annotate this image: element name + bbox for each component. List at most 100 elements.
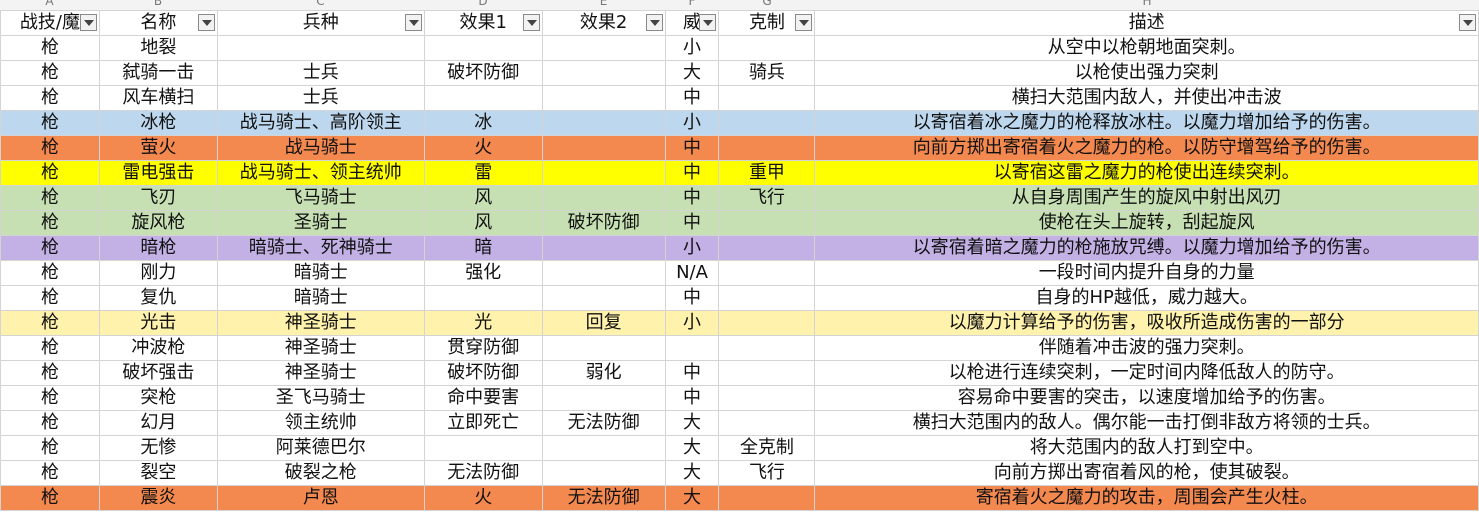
cell-counter[interactable] — [718, 385, 816, 411]
cell-effect1[interactable]: 冰 — [423, 110, 543, 136]
cell-effect1[interactable]: 贯穿防御 — [423, 335, 543, 361]
cell-power[interactable]: 大 — [664, 60, 720, 86]
cell-type[interactable]: 枪 — [0, 210, 100, 236]
cell-unit[interactable]: 暗骑士 — [216, 260, 425, 286]
header-power[interactable]: 威 — [664, 10, 720, 36]
cell-counter[interactable] — [718, 360, 816, 386]
cell-unit[interactable]: 圣飞马骑士 — [216, 385, 425, 411]
cell-type[interactable]: 枪 — [0, 110, 100, 136]
cell-power[interactable]: 小 — [664, 235, 720, 261]
cell-name[interactable]: 雷电强击 — [98, 160, 218, 186]
header-type[interactable]: 战技/魔 — [0, 10, 100, 36]
cell-type[interactable]: 枪 — [0, 85, 100, 111]
cell-effect1[interactable]: 风 — [423, 185, 543, 211]
cell-effect2[interactable] — [541, 160, 666, 186]
column-letter-h[interactable]: H — [815, 0, 1479, 7]
cell-description[interactable]: 使枪在头上旋转，刮起旋风 — [814, 210, 1479, 236]
cell-type[interactable]: 枪 — [0, 60, 100, 86]
cell-effect2[interactable] — [541, 260, 666, 286]
cell-type[interactable]: 枪 — [0, 435, 100, 461]
cell-name[interactable]: 地裂 — [98, 35, 218, 61]
filter-dropdown-icon[interactable] — [404, 14, 422, 31]
cell-effect2[interactable] — [541, 435, 666, 461]
cell-counter[interactable] — [718, 285, 816, 311]
cell-name[interactable]: 幻月 — [98, 410, 218, 436]
cell-description[interactable]: 向前方掷出寄宿着火之魔力的枪。以防守增驾给予的伤害。 — [814, 135, 1479, 161]
cell-unit[interactable]: 破裂之枪 — [216, 460, 425, 486]
cell-counter[interactable] — [718, 335, 816, 361]
cell-type[interactable]: 枪 — [0, 335, 100, 361]
cell-power[interactable]: 大 — [664, 435, 720, 461]
cell-counter[interactable] — [718, 85, 816, 111]
cell-power[interactable]: 小 — [664, 35, 720, 61]
cell-effect1[interactable]: 强化 — [423, 260, 543, 286]
cell-unit[interactable]: 士兵 — [216, 85, 425, 111]
cell-unit[interactable]: 神圣骑士 — [216, 360, 425, 386]
cell-unit[interactable]: 战马骑士、领主统帅 — [216, 160, 425, 186]
cell-effect2[interactable] — [541, 235, 666, 261]
cell-name[interactable]: 旋风枪 — [98, 210, 218, 236]
cell-power[interactable]: 中 — [664, 135, 720, 161]
cell-description[interactable]: 从空中以枪朝地面突刺。 — [814, 35, 1479, 61]
cell-effect1[interactable]: 破坏防御 — [423, 360, 543, 386]
cell-name[interactable]: 冰枪 — [98, 110, 218, 136]
cell-name[interactable]: 无惨 — [98, 435, 218, 461]
cell-effect2[interactable] — [541, 60, 666, 86]
cell-counter[interactable] — [718, 235, 816, 261]
cell-unit[interactable]: 领主统帅 — [216, 410, 425, 436]
column-letter-e[interactable]: E — [542, 0, 665, 7]
cell-type[interactable]: 枪 — [0, 260, 100, 286]
cell-name[interactable]: 风车横扫 — [98, 85, 218, 111]
cell-effect1[interactable]: 火 — [423, 485, 543, 511]
cell-effect1[interactable]: 命中要害 — [423, 385, 543, 411]
cell-description[interactable]: 向前方掷出寄宿着风的枪，使其破裂。 — [814, 460, 1479, 486]
cell-unit[interactable]: 战马骑士 — [216, 135, 425, 161]
filter-dropdown-icon[interactable] — [79, 14, 97, 31]
cell-counter[interactable]: 重甲 — [718, 160, 816, 186]
cell-effect1[interactable] — [423, 35, 543, 61]
cell-power[interactable]: 中 — [664, 360, 720, 386]
cell-type[interactable]: 枪 — [0, 35, 100, 61]
cell-type[interactable]: 枪 — [0, 285, 100, 311]
cell-name[interactable]: 震炎 — [98, 485, 218, 511]
cell-name[interactable]: 突枪 — [98, 385, 218, 411]
cell-power[interactable]: N/A — [664, 260, 720, 286]
cell-description[interactable]: 以寄宿着暗之魔力的枪施放咒缚。以魔力增加给予的伤害。 — [814, 235, 1479, 261]
cell-effect2[interactable] — [541, 110, 666, 136]
cell-effect1[interactable] — [423, 435, 543, 461]
header-effect1[interactable]: 效果1 — [423, 10, 543, 36]
cell-counter[interactable] — [718, 485, 816, 511]
cell-effect1[interactable]: 破坏防御 — [423, 60, 543, 86]
cell-type[interactable]: 枪 — [0, 135, 100, 161]
cell-type[interactable]: 枪 — [0, 185, 100, 211]
cell-effect2[interactable] — [541, 285, 666, 311]
cell-name[interactable]: 飞刃 — [98, 185, 218, 211]
cell-power[interactable]: 大 — [664, 460, 720, 486]
header-counter[interactable]: 克制 — [718, 10, 816, 36]
cell-effect1[interactable]: 风 — [423, 210, 543, 236]
cell-description[interactable]: 容易命中要害的突击，以速度增加给予的伤害。 — [814, 385, 1479, 411]
cell-power[interactable]: 中 — [664, 160, 720, 186]
cell-type[interactable]: 枪 — [0, 485, 100, 511]
cell-unit[interactable]: 士兵 — [216, 60, 425, 86]
cell-name[interactable]: 萤火 — [98, 135, 218, 161]
header-unit[interactable]: 兵种 — [216, 10, 425, 36]
cell-type[interactable]: 枪 — [0, 310, 100, 336]
cell-power[interactable]: 中 — [664, 285, 720, 311]
cell-power[interactable]: 小 — [664, 310, 720, 336]
filter-dropdown-icon[interactable] — [699, 14, 717, 31]
filter-dropdown-icon[interactable] — [1459, 14, 1476, 31]
cell-description[interactable]: 以寄宿着冰之魔力的枪释放冰柱。以魔力增加给予的伤害。 — [814, 110, 1479, 136]
cell-effect2[interactable] — [541, 135, 666, 161]
cell-unit[interactable]: 圣骑士 — [216, 210, 425, 236]
cell-power[interactable]: 中 — [664, 185, 720, 211]
cell-power[interactable] — [664, 335, 720, 361]
cell-description[interactable]: 将大范围内的敌人打到空中。 — [814, 435, 1479, 461]
cell-description[interactable]: 横扫大范围内敌人，并使出冲击波 — [814, 85, 1479, 111]
header-effect2[interactable]: 效果2 — [541, 10, 666, 36]
column-letter-g[interactable]: G — [719, 0, 815, 7]
cell-name[interactable]: 弑骑一击 — [98, 60, 218, 86]
column-letter-b[interactable]: B — [99, 0, 217, 7]
cell-counter[interactable] — [718, 310, 816, 336]
cell-effect1[interactable] — [423, 85, 543, 111]
